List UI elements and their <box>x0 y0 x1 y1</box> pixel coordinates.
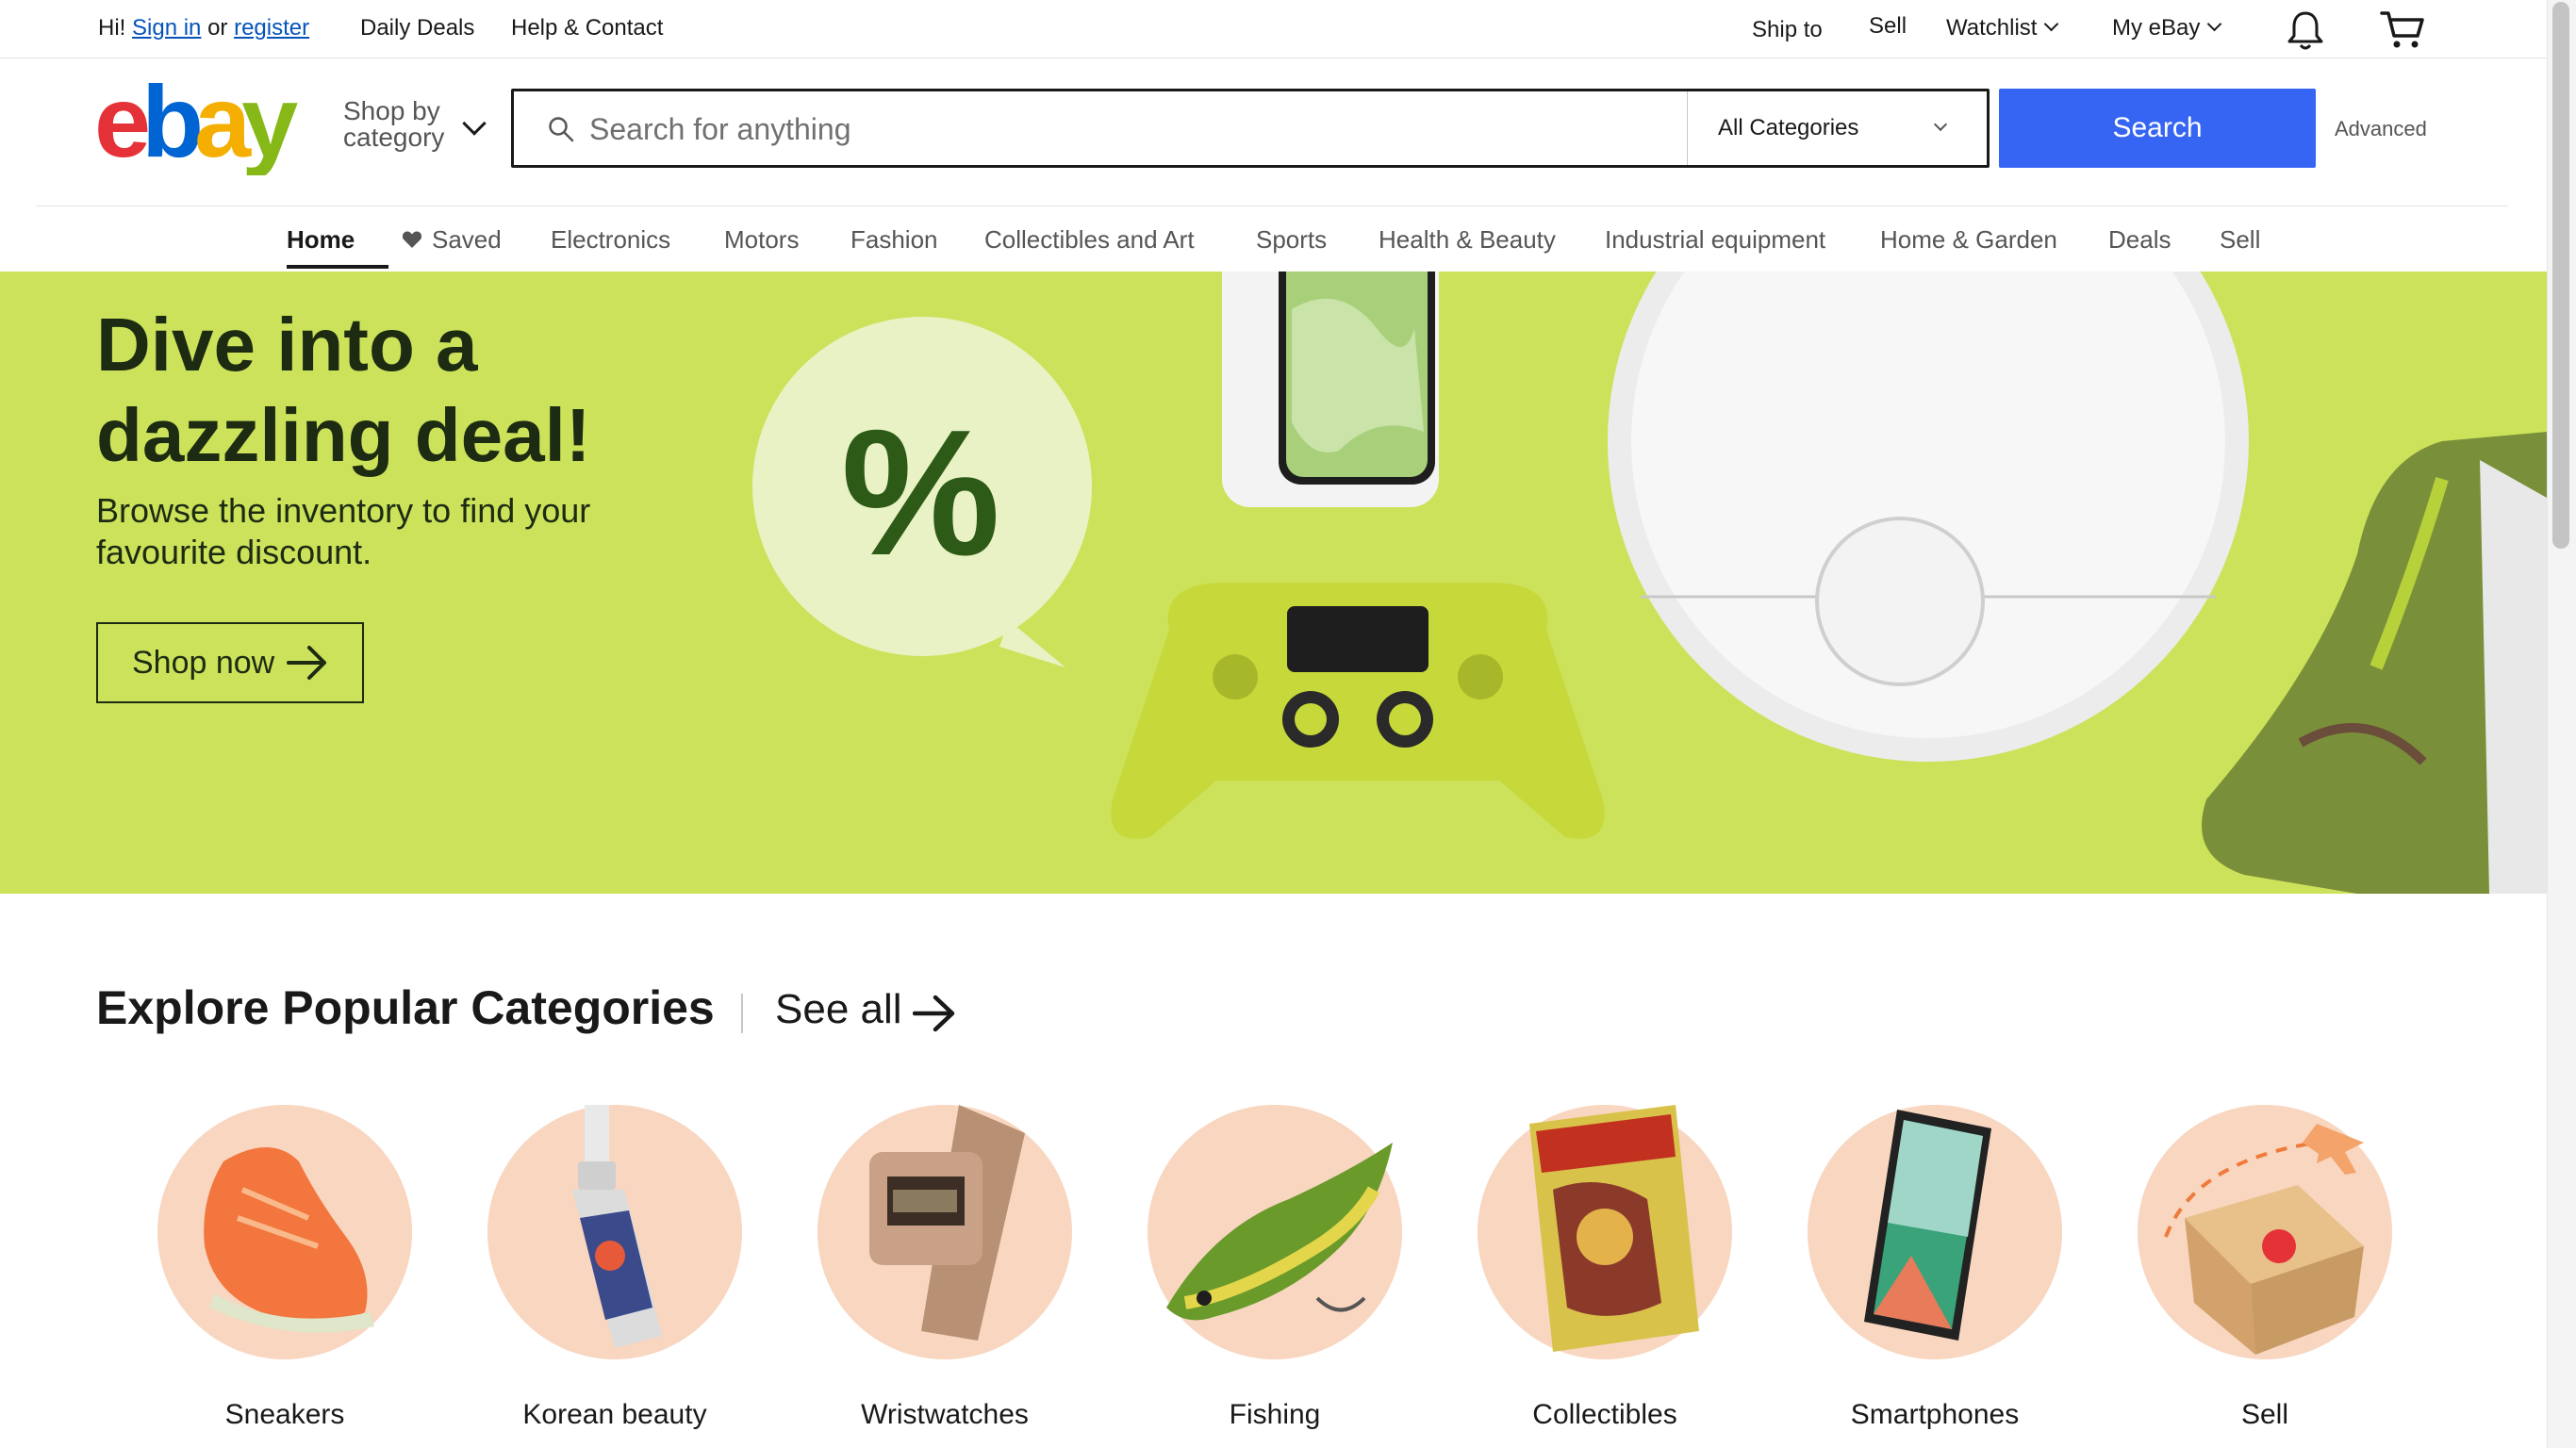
category-label: Wristwatches <box>861 1399 1029 1430</box>
nav-item-sports[interactable]: Sports <box>1256 225 1327 255</box>
category-label: Korean beauty <box>522 1399 707 1430</box>
nav-item-fashion[interactable]: Fashion <box>850 225 938 255</box>
percent-bubble-icon: % <box>752 317 1092 667</box>
nav-item-deals[interactable]: Deals <box>2108 225 2171 255</box>
watchlist-menu[interactable]: Watchlist <box>1946 15 2059 41</box>
category-tile-smartphones[interactable]: Smartphones <box>1793 1105 2076 1430</box>
cart-icon[interactable] <box>2380 9 2425 51</box>
nav-item-health-beauty[interactable]: Health & Beauty <box>1379 225 1556 255</box>
advanced-search-link[interactable]: Advanced <box>2335 117 2427 141</box>
saved-label: Saved <box>432 225 502 254</box>
active-tab-indicator <box>287 265 388 269</box>
ship-to-link[interactable]: Ship to <box>1752 17 1823 43</box>
sneaker-icon <box>2202 432 2547 894</box>
nav-item-motors[interactable]: Motors <box>724 225 799 255</box>
category-label: Fishing <box>1229 1399 1321 1430</box>
svg-text:ebay: ebay <box>94 79 298 175</box>
category-select-value: All Categories <box>1718 115 1859 140</box>
search-box: All Categories <box>511 89 1990 168</box>
category-label: Collectibles <box>1532 1399 1677 1430</box>
register-link[interactable]: register <box>234 15 309 41</box>
help-contact-link[interactable]: Help & Contact <box>511 15 663 41</box>
nav-item-sell[interactable]: Sell <box>2220 225 2260 255</box>
greeting: Hi! Sign in or register <box>98 15 309 41</box>
category-image <box>1808 1105 2062 1359</box>
shop-now-button[interactable]: Shop now <box>96 622 364 703</box>
category-tile-sneakers[interactable]: Sneakers <box>143 1105 426 1430</box>
hero-subtitle: Browse the inventory to find your favour… <box>96 491 591 571</box>
category-image <box>1148 1105 1402 1359</box>
or-text: or <box>207 15 228 41</box>
sell-link[interactable]: Sell <box>1869 13 1907 40</box>
nav-item-electronics[interactable]: Electronics <box>551 225 670 255</box>
chevron-down-icon <box>2044 16 2059 32</box>
sign-in-link[interactable]: Sign in <box>132 15 201 41</box>
explore-heading: Explore Popular Categories <box>96 981 715 1034</box>
smartphone-icon <box>1864 1110 1991 1341</box>
search-icon <box>549 117 574 142</box>
shop-now-label: Shop now <box>132 644 275 681</box>
category-tile-korean-beauty[interactable]: Korean beauty <box>473 1105 756 1430</box>
shop-by-text: Shop by <box>343 96 440 125</box>
game-controller-icon <box>1111 583 1605 839</box>
nav-item-saved[interactable]: Saved <box>402 225 502 255</box>
bell-icon[interactable] <box>2286 9 2325 51</box>
hero-title: Dive into a dazzling deal! <box>96 303 591 477</box>
package-icon <box>2164 1124 2364 1355</box>
fishing-lure-icon <box>1166 1143 1393 1321</box>
greeting-text: Hi! <box>98 15 126 41</box>
sneaker-icon <box>204 1147 374 1333</box>
scrollbar-thumb[interactable] <box>2552 2 2569 549</box>
heart-icon <box>402 231 422 248</box>
category-text: category <box>343 123 445 152</box>
category-nav: Home Saved Electronics Motors Fashion Co… <box>36 206 2508 272</box>
hero-banner[interactable]: Dive into a dazzling deal! Browse the in… <box>0 272 2547 894</box>
category-tile-fishing[interactable]: Fishing <box>1133 1105 1416 1430</box>
nav-item-home-garden[interactable]: Home & Garden <box>1880 225 2057 255</box>
search-input[interactable] <box>589 103 1627 156</box>
category-image <box>2138 1105 2392 1359</box>
nav-item-collectibles-art[interactable]: Collectibles and Art <box>984 225 1195 255</box>
arrow-right-icon[interactable] <box>913 994 956 1033</box>
category-tile-collectibles[interactable]: Collectibles <box>1463 1105 1746 1430</box>
category-tile-wristwatches[interactable]: Wristwatches <box>803 1105 1086 1430</box>
category-tile-sell[interactable]: Sell <box>2123 1105 2406 1430</box>
robot-vacuum-icon <box>1608 272 2249 762</box>
shop-by-category-button[interactable]: Shop by category <box>343 98 444 151</box>
chevron-down-icon <box>1933 117 1948 132</box>
watch-icon <box>869 1105 1025 1341</box>
top-bar: Hi! Sign in or register Daily Deals Help… <box>0 0 2547 58</box>
nav-item-industrial-equipment[interactable]: Industrial equipment <box>1605 225 1825 255</box>
hero-product-collage: % <box>752 272 2547 894</box>
search-button[interactable]: Search <box>1999 89 2316 168</box>
watchlist-label: Watchlist <box>1946 15 2038 41</box>
heading-divider <box>741 994 743 1033</box>
nav-item-home[interactable]: Home <box>287 225 355 255</box>
category-image <box>817 1105 1072 1359</box>
category-image <box>1478 1105 1732 1359</box>
category-label: Sell <box>2240 1399 2289 1430</box>
category-label: Smartphones <box>1850 1399 2020 1430</box>
daily-deals-link[interactable]: Daily Deals <box>360 15 474 41</box>
my-ebay-menu[interactable]: My eBay <box>2112 15 2222 41</box>
my-ebay-label: My eBay <box>2112 15 2201 41</box>
chevron-down-icon <box>2207 16 2222 32</box>
category-image <box>157 1105 412 1359</box>
category-select[interactable]: All Categories <box>1687 91 1989 165</box>
category-image <box>487 1105 742 1359</box>
chevron-down-icon[interactable] <box>462 111 487 136</box>
phone-icon <box>1222 272 1439 507</box>
category-label: Sneakers <box>224 1399 345 1430</box>
svg-text:%: % <box>841 393 1000 593</box>
see-all-link[interactable]: See all <box>775 986 902 1033</box>
ebay-logo[interactable]: ebay <box>94 79 321 175</box>
arrow-right-icon <box>287 646 326 680</box>
serum-bottle-icon <box>572 1105 662 1348</box>
comic-book-icon <box>1529 1105 1699 1352</box>
